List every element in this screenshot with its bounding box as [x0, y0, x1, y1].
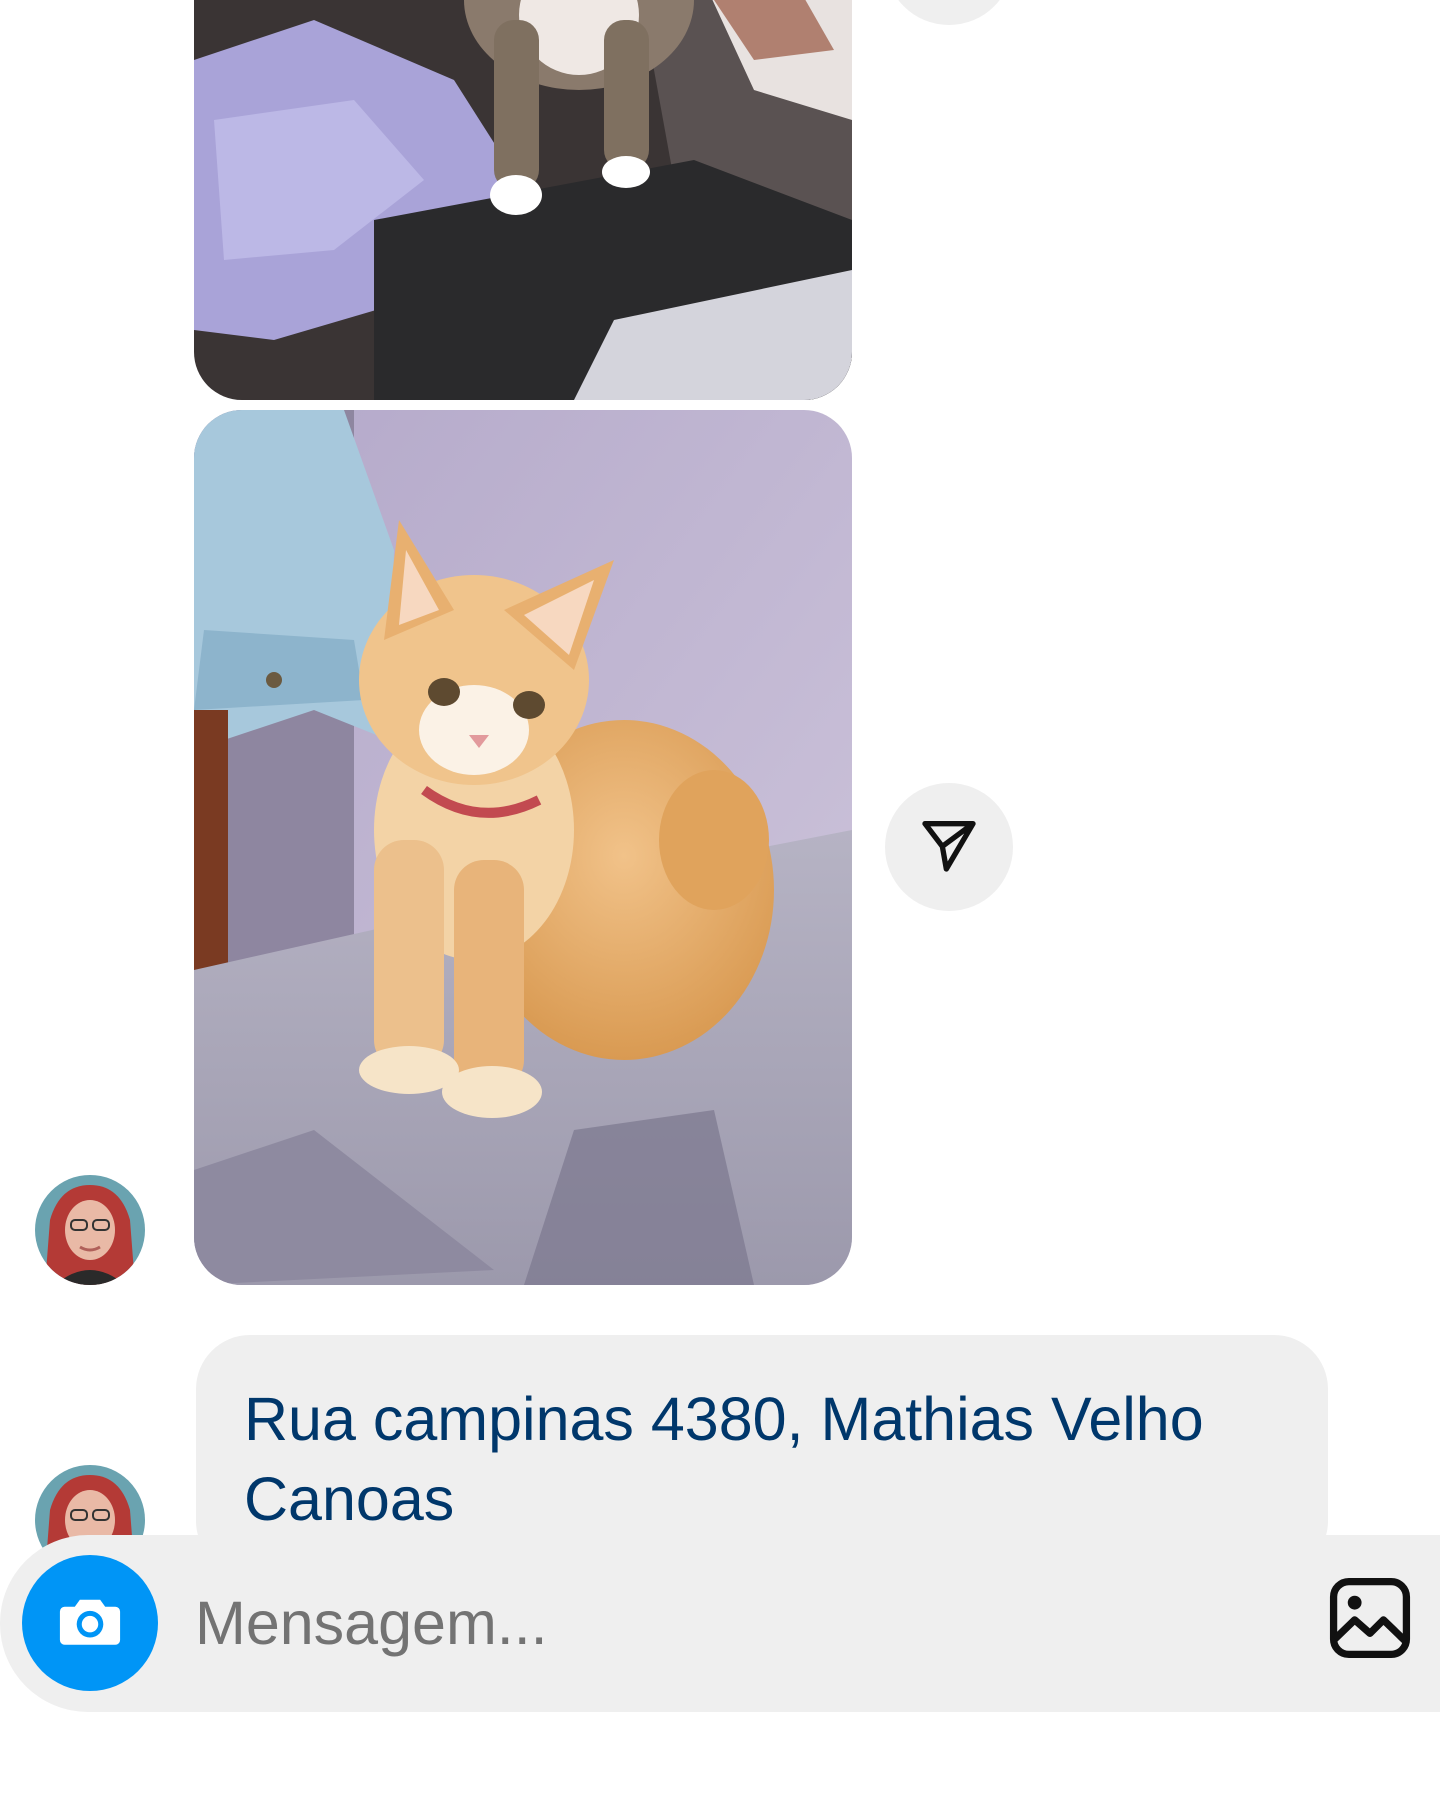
orange-cat-image	[194, 410, 852, 1285]
camera-button[interactable]	[22, 1555, 158, 1691]
profile-picture	[35, 1175, 145, 1285]
message-photo-orange-cat[interactable]	[194, 410, 852, 1285]
tabby-cat-image	[194, 0, 852, 400]
share-button[interactable]	[885, 0, 1013, 25]
message-input[interactable]	[195, 1575, 1295, 1670]
paper-plane-icon	[917, 813, 981, 882]
camera-icon	[52, 1583, 128, 1664]
image-gallery-icon	[1324, 1572, 1416, 1669]
share-button[interactable]	[885, 783, 1013, 911]
address-link[interactable]: Rua campinas 4380, Mathias Velho Canoas	[244, 1379, 1280, 1539]
message-photo-tabby-cat[interactable]	[194, 0, 852, 400]
sender-avatar[interactable]	[35, 1175, 145, 1285]
message-composer	[0, 1535, 1440, 1712]
gallery-button[interactable]	[1320, 1570, 1420, 1670]
